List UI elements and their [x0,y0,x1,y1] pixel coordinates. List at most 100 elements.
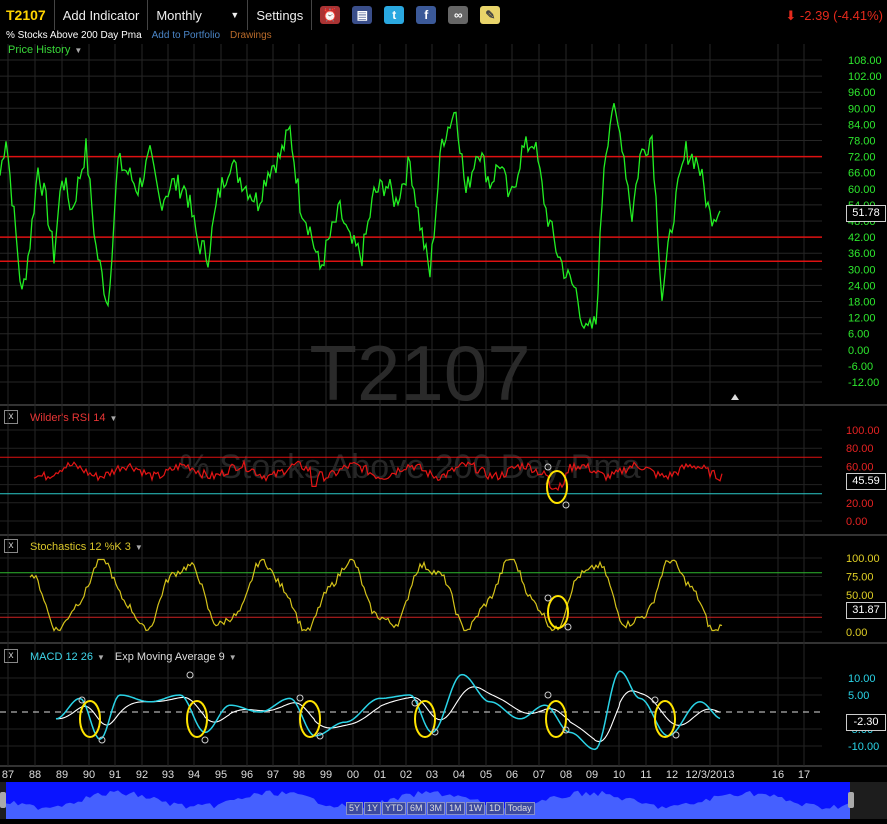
x-tick-label: 87 [2,769,14,781]
crossover-marker [672,731,680,739]
price-axis-label: 42.00 [848,232,876,244]
price-axis-label: 36.00 [848,248,876,260]
stoch-label-text: Stochastics 12 %K 3 [30,541,131,553]
macd-line [55,670,721,751]
caret-down-icon: ▼ [228,652,237,662]
macd-axis-label: 5.00 [848,690,869,702]
x-tick-label: 06 [506,769,518,781]
crossover-marker [544,594,552,602]
caret-down-icon: ▼ [109,413,118,423]
price-axis-label: 102.00 [848,71,882,83]
x-tick-label: 90 [83,769,95,781]
x-tick-label: 08 [560,769,572,781]
stoch-axis-label: 0.00 [846,627,867,639]
x-tick-label: 96 [241,769,253,781]
range-button-3m[interactable]: 3M [426,802,446,815]
range-button-1y[interactable]: 1Y [364,802,382,815]
x-tick-label: 93 [162,769,174,781]
scroll-up-icon[interactable] [731,394,739,400]
rsi-axis-label: 0.00 [846,516,867,528]
caret-down-icon: ▼ [96,652,105,662]
x-tick-label: 11 [640,769,651,781]
x-tick-label: 92 [136,769,148,781]
price-label-text: Price History [8,44,71,56]
price-axis-label: 72.00 [848,152,876,164]
price-series-line [0,103,721,330]
rsi-panel-label[interactable]: Wilder's RSI 14 ▼ [30,412,117,424]
range-button-6m[interactable]: 6M [407,802,426,815]
x-tick-label: 91 [109,769,121,781]
price-axis-label: -12.00 [848,377,879,389]
price-axis-label: -6.00 [848,361,873,373]
caret-down-icon: ▼ [134,542,143,552]
stoch-axis-label: 50.00 [846,590,874,602]
range-button-1m[interactable]: 1M [446,802,465,815]
x-tick-label: 05 [480,769,492,781]
chart-area[interactable]: T2107 % Stocks Above 200 Day Pma 87 88 89 9… [0,0,887,782]
right-handle[interactable] [848,792,854,808]
x-tick-label: 12 [666,769,678,781]
close-stochastics-icon[interactable]: x [4,539,18,553]
x-tick-label: 01 [374,769,386,781]
macd-label-text: MACD 12 26 [30,651,93,663]
macd-signal-label: Exp Moving Average 9 [114,651,225,663]
x-tick-label: 09 [586,769,598,781]
stoch-last-value: 31.87 [846,602,886,619]
x-tick-label: 94 [188,769,200,781]
rsi-axis-label: 100.00 [846,425,880,437]
price-axis-label: 66.00 [848,168,876,180]
crossover-marker [296,694,304,702]
x-tick-label: 99 [320,769,332,781]
x-tick-label: 89 [56,769,68,781]
stochastics-panel-label[interactable]: Stochastics 12 %K 3 ▼ [30,541,143,553]
crossover-marker [201,736,209,744]
range-button-1d[interactable]: 1D [486,802,504,815]
price-axis-label: 96.00 [848,87,876,99]
price-axis-label: 0.00 [848,345,869,357]
x-tick-label: 12/3/2013 [686,769,735,781]
macd-panel-label[interactable]: MACD 12 26 ▼ Exp Moving Average 9 ▼ [30,651,237,663]
x-tick-label: 97 [267,769,279,781]
x-tick-label: 04 [453,769,465,781]
macd-last-value: -2.30 [846,714,886,731]
crossover-marker [651,696,659,704]
rsi-axis-label: 60.00 [846,461,874,473]
rsi-label-text: Wilder's RSI 14 [30,412,106,424]
range-button-1w[interactable]: 1W [465,802,486,815]
x-tick-label: 00 [347,769,359,781]
price-panel-label[interactable]: Price History ▼ [8,44,82,56]
x-tick-label: 98 [293,769,305,781]
price-axis-label: 108.00 [848,55,882,67]
price-watermark: T2107 [309,329,530,417]
x-tick-label: 17 [798,769,810,781]
price-axis-label: 24.00 [848,280,876,292]
x-tick-label: 88 [29,769,41,781]
price-last-value: 51.78 [846,205,886,222]
macd-axis-label: -10.00 [848,741,879,753]
close-rsi-icon[interactable]: x [4,410,18,424]
price-axis-label: 12.00 [848,313,876,325]
rsi-axis-label: 80.00 [846,443,874,455]
close-macd-icon[interactable]: x [4,649,18,663]
x-tick-label: 03 [426,769,438,781]
range-button-5y[interactable]: 5Y [346,802,364,815]
crossover-marker [186,671,194,679]
rsi-axis-label: 20.00 [846,498,874,510]
left-handle[interactable] [0,792,6,808]
price-axis-label: 18.00 [848,297,876,309]
x-tick-label: 16 [772,769,784,781]
x-tick-label: 95 [215,769,227,781]
price-axis-label: 30.00 [848,264,876,276]
range-buttons: 5Y 1Y YTD 6M 3M 1M 1W 1D Today [346,802,535,815]
x-tick-label: 07 [533,769,545,781]
caret-down-icon: ▼ [74,45,83,55]
stoch-axis-label: 75.00 [846,572,874,584]
macd-axis-label: 10.00 [848,673,876,685]
price-axis-label: 84.00 [848,119,876,131]
stoch-axis-label: 100.00 [846,553,880,565]
x-tick-label: 10 [613,769,625,781]
x-tick-label: 02 [400,769,412,781]
range-button-today[interactable]: Today [504,802,535,815]
range-button-ytd[interactable]: YTD [382,802,407,815]
price-axis-label: 6.00 [848,329,869,341]
